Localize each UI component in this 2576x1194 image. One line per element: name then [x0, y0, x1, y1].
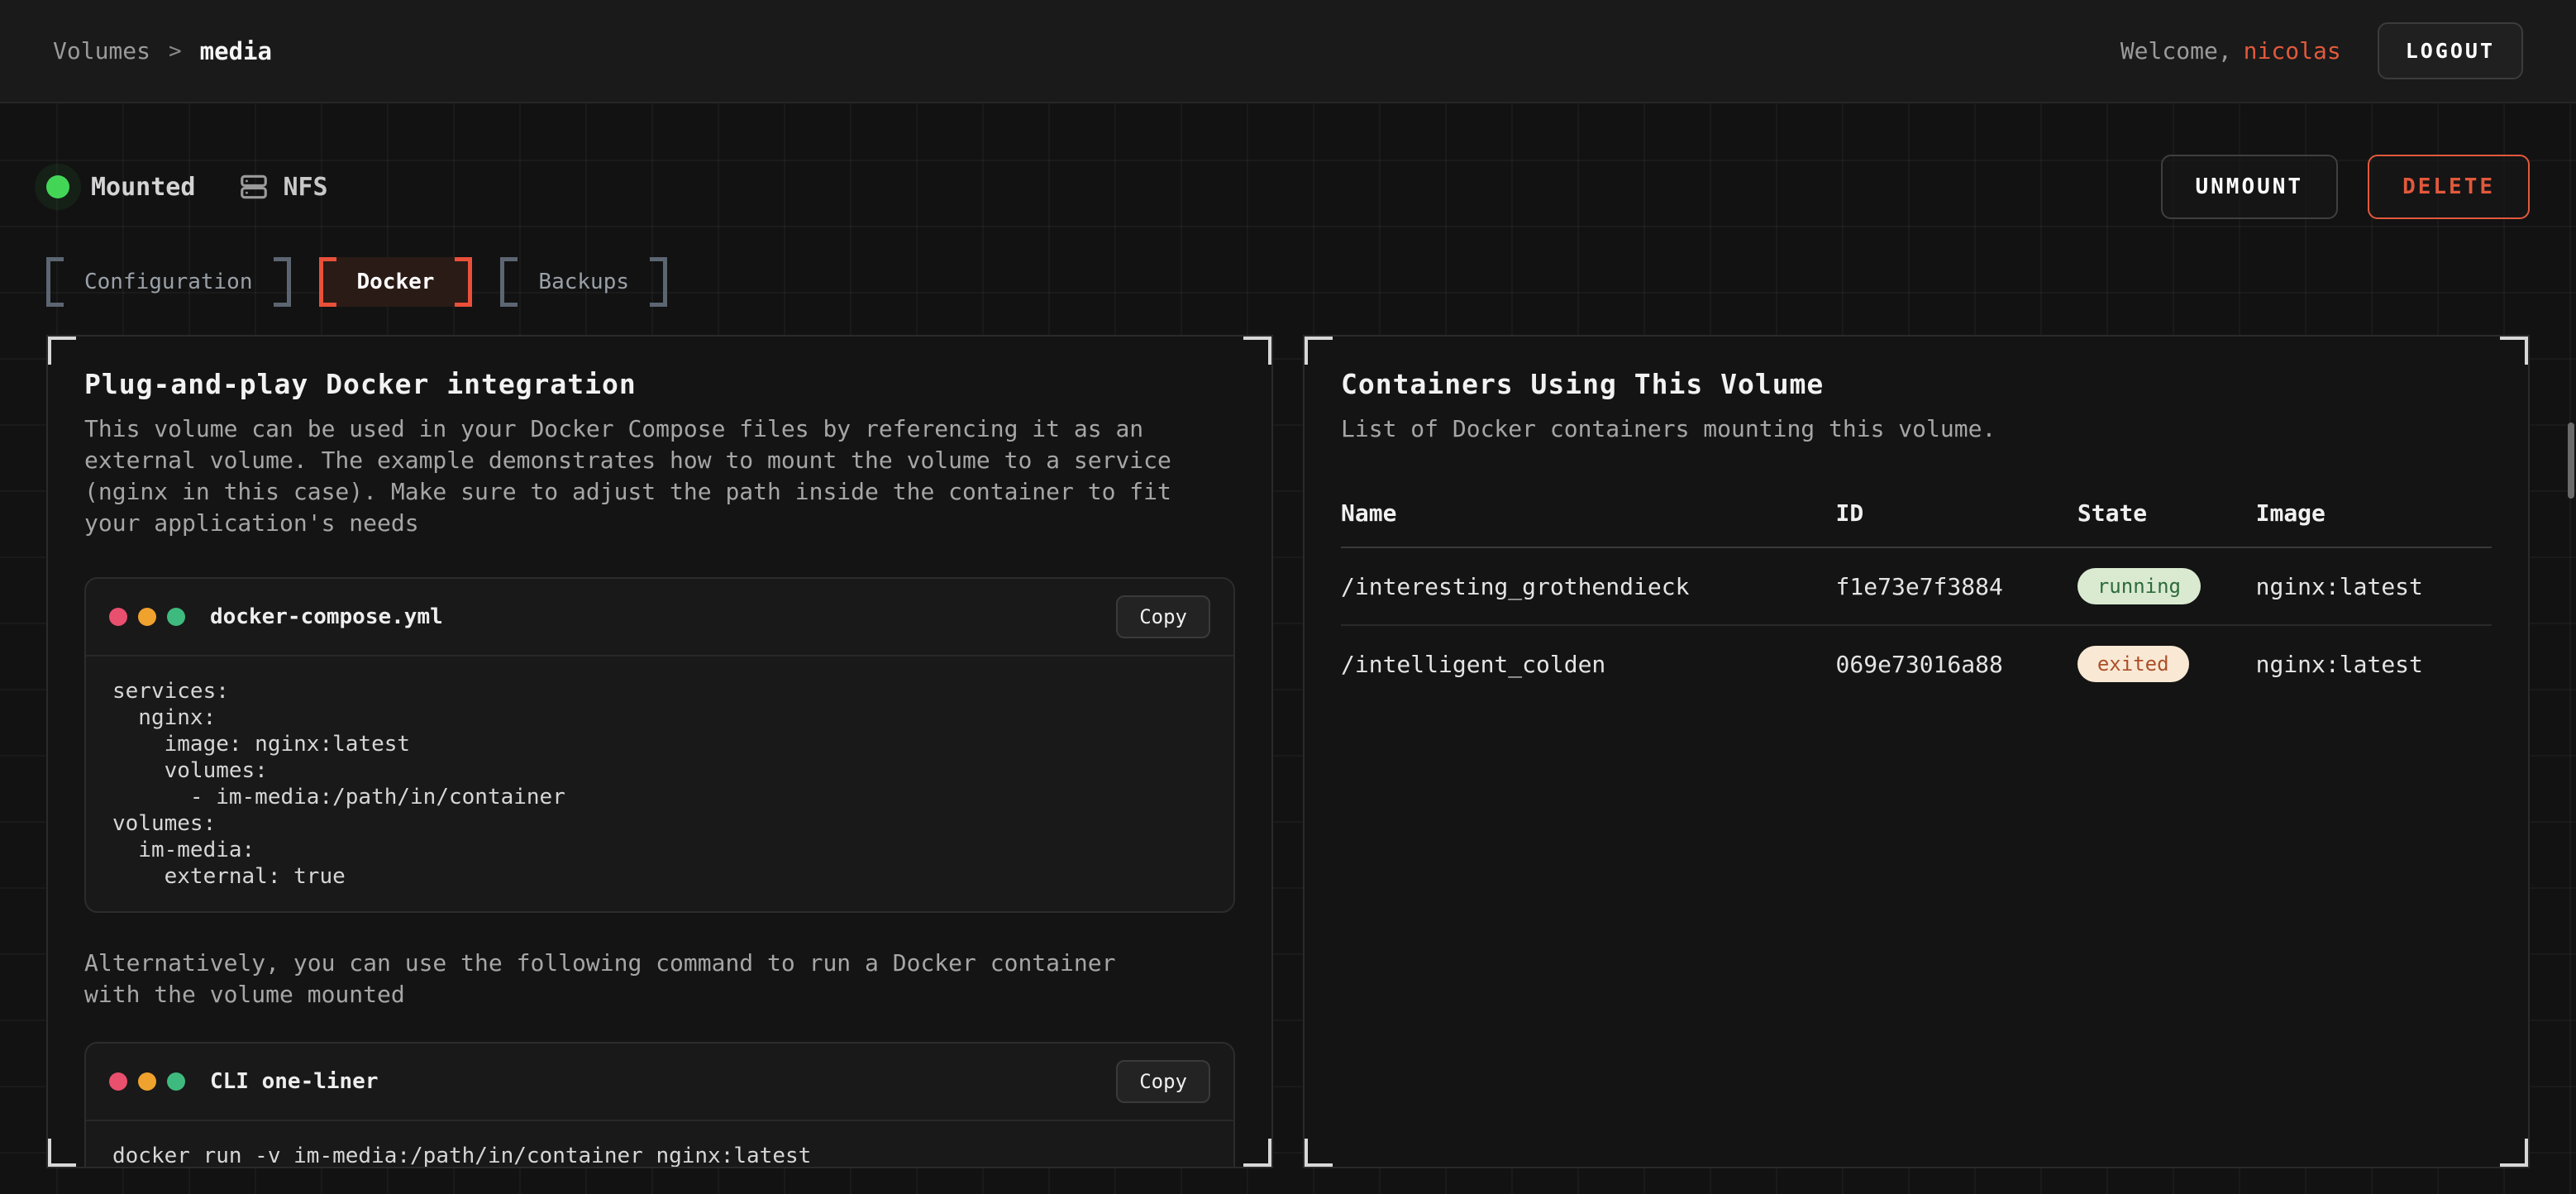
volume-type-label: NFS	[283, 173, 327, 202]
cli-code-header: CLI one-liner Copy	[86, 1044, 1233, 1121]
container-state-badge: exited	[2077, 646, 2189, 682]
breadcrumb-current-page: media	[200, 37, 272, 65]
container-name: /interesting_grothendieck	[1341, 547, 1836, 625]
docker-panel-description: This volume can be used in your Docker C…	[84, 413, 1184, 539]
traffic-light-amber-icon	[138, 1072, 156, 1091]
table-row: /interesting_grothendieck f1e73e7f3884 r…	[1341, 547, 2492, 625]
panels-row: Plug-and-play Docker integration This vo…	[46, 335, 2530, 1168]
cli-code-content: docker run -v im-media:/path/in/containe…	[86, 1121, 1233, 1168]
delete-button[interactable]: DELETE	[2368, 155, 2530, 219]
topbar-right: Welcome, nicolas LOGOUT	[2120, 22, 2523, 79]
cli-code-block: CLI one-liner Copy docker run -v im-medi…	[84, 1042, 1235, 1168]
panel-corner-bracket	[1243, 335, 1273, 365]
container-id: 069e73016a88	[1836, 625, 2077, 702]
docker-integration-panel: Plug-and-play Docker integration This vo…	[46, 335, 1273, 1168]
compose-code-content: services: nginx: image: nginx:latest vol…	[86, 657, 1233, 911]
top-bar: Volumes > media Welcome, nicolas LOGOUT	[0, 0, 2576, 103]
username-text: nicolas	[2244, 37, 2341, 64]
traffic-light-green-icon	[167, 1072, 185, 1091]
breadcrumb: Volumes > media	[53, 37, 272, 65]
breadcrumb-volumes-link[interactable]: Volumes	[53, 37, 150, 64]
containers-panel: Containers Using This Volume List of Doc…	[1303, 335, 2530, 1168]
logout-button[interactable]: LOGOUT	[2378, 22, 2523, 79]
panel-corner-bracket	[1303, 1139, 1333, 1168]
tab-docker[interactable]: Docker	[319, 257, 473, 307]
traffic-light-green-icon	[167, 608, 185, 626]
volume-status-row: Mounted NFS UNMOUNT DELETE	[46, 103, 2530, 219]
containers-table-header-row: Name ID State Image	[1341, 486, 2492, 547]
scrollbar-thumb[interactable]	[2568, 423, 2574, 499]
tab-backups[interactable]: Backups	[500, 257, 667, 307]
panel-corner-bracket	[2500, 335, 2530, 365]
tab-configuration[interactable]: Configuration	[46, 257, 291, 307]
container-state-badge: running	[2077, 568, 2201, 604]
column-header-id: ID	[1836, 486, 2077, 547]
traffic-light-red-icon	[109, 608, 127, 626]
panel-corner-bracket	[46, 335, 76, 365]
table-row: /intelligent_colden 069e73016a88 exited …	[1341, 625, 2492, 702]
container-id: f1e73e7f3884	[1836, 547, 2077, 625]
cli-copy-button[interactable]: Copy	[1116, 1060, 1210, 1103]
welcome-text: Welcome,	[2120, 37, 2232, 64]
mounted-status-label: Mounted	[91, 173, 195, 202]
cli-filename: CLI one-liner	[210, 1069, 379, 1094]
traffic-light-red-icon	[109, 1072, 127, 1091]
cli-intro-text: Alternatively, you can use the following…	[84, 948, 1184, 1010]
panel-corner-bracket	[2500, 1139, 2530, 1168]
container-name: /intelligent_colden	[1341, 625, 1836, 702]
main-content: Mounted NFS UNMOUNT DELETE Configuration…	[0, 103, 2576, 1194]
tab-bar: Configuration Docker Backups	[46, 257, 2530, 307]
panel-corner-bracket	[1243, 1139, 1273, 1168]
panel-corner-bracket	[46, 1139, 76, 1168]
docker-panel-title: Plug-and-play Docker integration	[84, 368, 1235, 400]
compose-copy-button[interactable]: Copy	[1116, 595, 1210, 638]
compose-filename: docker-compose.yml	[210, 604, 443, 629]
container-image: nginx:latest	[2256, 547, 2492, 625]
column-header-image: Image	[2256, 486, 2492, 547]
containers-table: Name ID State Image /interesting_grothen…	[1341, 486, 2492, 702]
breadcrumb-separator-icon: >	[169, 39, 182, 64]
unmount-button[interactable]: UNMOUNT	[2161, 155, 2339, 219]
volume-actions: UNMOUNT DELETE	[2161, 155, 2531, 219]
traffic-lights	[109, 1072, 185, 1091]
containers-panel-subtitle: List of Docker containers mounting this …	[1341, 413, 2440, 445]
containers-panel-title: Containers Using This Volume	[1341, 368, 2492, 400]
column-header-state: State	[2077, 486, 2256, 547]
mounted-status-dot-icon	[46, 175, 69, 198]
container-image: nginx:latest	[2256, 625, 2492, 702]
panel-corner-bracket	[1303, 335, 1333, 365]
traffic-lights	[109, 608, 185, 626]
compose-code-block: docker-compose.yml Copy services: nginx:…	[84, 577, 1235, 913]
column-header-name: Name	[1341, 486, 1836, 547]
traffic-light-amber-icon	[138, 608, 156, 626]
compose-code-header: docker-compose.yml Copy	[86, 579, 1233, 657]
server-stack-icon	[238, 171, 270, 203]
